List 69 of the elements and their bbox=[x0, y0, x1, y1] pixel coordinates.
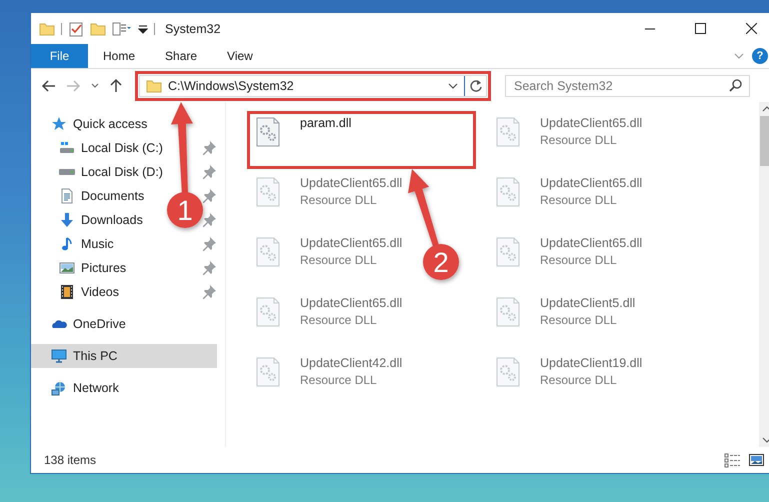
file-name: UpdateClient19.dll bbox=[540, 356, 642, 370]
file-name: param.dll bbox=[300, 116, 352, 130]
network-icon bbox=[51, 380, 67, 396]
window-title: System32 bbox=[165, 22, 222, 36]
file-type: Resource DLL bbox=[300, 193, 378, 207]
customize-icon[interactable] bbox=[112, 20, 132, 36]
close-icon bbox=[746, 23, 757, 34]
sidebar-item[interactable]: Quick access bbox=[31, 112, 154, 136]
file-name: UpdateClient42.dll bbox=[300, 356, 402, 370]
file-type: Resource DLL bbox=[300, 253, 378, 267]
file-name: UpdateClient5.dll bbox=[540, 296, 636, 310]
sidebar-item[interactable]: Music bbox=[31, 232, 120, 256]
ribbon-tab[interactable]: View bbox=[212, 44, 268, 68]
up-icon[interactable] bbox=[109, 78, 123, 93]
file-name: UpdateClient65.dll bbox=[540, 236, 642, 250]
file-item[interactable]: param.dll bbox=[248, 112, 475, 168]
large-icons-view-icon[interactable] bbox=[749, 453, 764, 467]
file-type: Resource DLL bbox=[540, 313, 618, 327]
back-icon[interactable] bbox=[41, 78, 56, 92]
details-view-icon[interactable] bbox=[724, 452, 741, 468]
sidebar-item[interactable]: Downloads bbox=[31, 208, 149, 232]
file-type: Resource DLL bbox=[540, 373, 618, 387]
folder-icon bbox=[146, 78, 162, 94]
ribbon-tab[interactable]: File bbox=[31, 44, 88, 68]
maximize-icon bbox=[695, 23, 706, 34]
star-icon bbox=[51, 116, 67, 132]
file-name: UpdateClient65.dll bbox=[540, 176, 642, 190]
file-type: Resource DLL bbox=[540, 133, 618, 147]
drive-icon bbox=[59, 169, 75, 175]
file-type: Resource DLL bbox=[300, 373, 378, 387]
item-count: 138 items bbox=[44, 453, 98, 467]
callout-badge: 2 bbox=[423, 244, 459, 280]
search-field[interactable]: Search System32 bbox=[505, 74, 750, 96]
dropdown-icon[interactable] bbox=[138, 24, 148, 34]
sidebar-item[interactable]: Local Disk (D:) bbox=[31, 160, 169, 184]
scroll-down-icon[interactable] bbox=[762, 436, 769, 444]
file-name: UpdateClient65.dll bbox=[300, 176, 402, 190]
computer-icon bbox=[51, 348, 67, 364]
address-path: C:\Windows\System32 bbox=[168, 78, 295, 92]
file-name: UpdateClient65.dll bbox=[300, 236, 402, 250]
scroll-up-icon[interactable] bbox=[762, 105, 769, 113]
file-type: Resource DLL bbox=[540, 193, 618, 207]
folder-icon bbox=[39, 20, 55, 36]
search-icon bbox=[729, 78, 742, 92]
picture-icon bbox=[59, 260, 75, 276]
file-name: UpdateClient65.dll bbox=[540, 116, 642, 130]
properties-icon[interactable] bbox=[68, 20, 84, 36]
sidebar-item[interactable]: Local Disk (C:) bbox=[31, 136, 169, 160]
recent-locations-icon[interactable] bbox=[91, 82, 99, 89]
file-name: UpdateClient65.dll bbox=[300, 296, 402, 310]
file-type: Resource DLL bbox=[300, 313, 378, 327]
file-type: Resource DLL bbox=[540, 253, 618, 267]
drive-icon bbox=[59, 140, 75, 156]
sidebar-item[interactable]: Documents bbox=[31, 184, 150, 208]
expand-ribbon-icon[interactable] bbox=[734, 51, 744, 61]
sidebar-item[interactable]: This PC bbox=[31, 344, 217, 368]
down-arrow-icon bbox=[59, 212, 75, 228]
film-icon bbox=[59, 284, 75, 300]
help-button[interactable]: ? bbox=[752, 48, 768, 64]
callout-badge: 1 bbox=[167, 192, 203, 228]
sidebar-item[interactable]: Videos bbox=[31, 280, 125, 304]
sidebar-item[interactable]: Network bbox=[31, 376, 125, 400]
ribbon-tab[interactable]: Home bbox=[88, 44, 150, 68]
sidebar-item[interactable]: OneDrive bbox=[31, 312, 132, 336]
refresh-icon bbox=[468, 78, 482, 92]
sidebar-item[interactable]: Pictures bbox=[31, 256, 132, 280]
document-icon bbox=[59, 188, 75, 204]
ribbon-tab[interactable]: Share bbox=[150, 44, 212, 68]
dropdown-icon[interactable] bbox=[448, 80, 458, 90]
